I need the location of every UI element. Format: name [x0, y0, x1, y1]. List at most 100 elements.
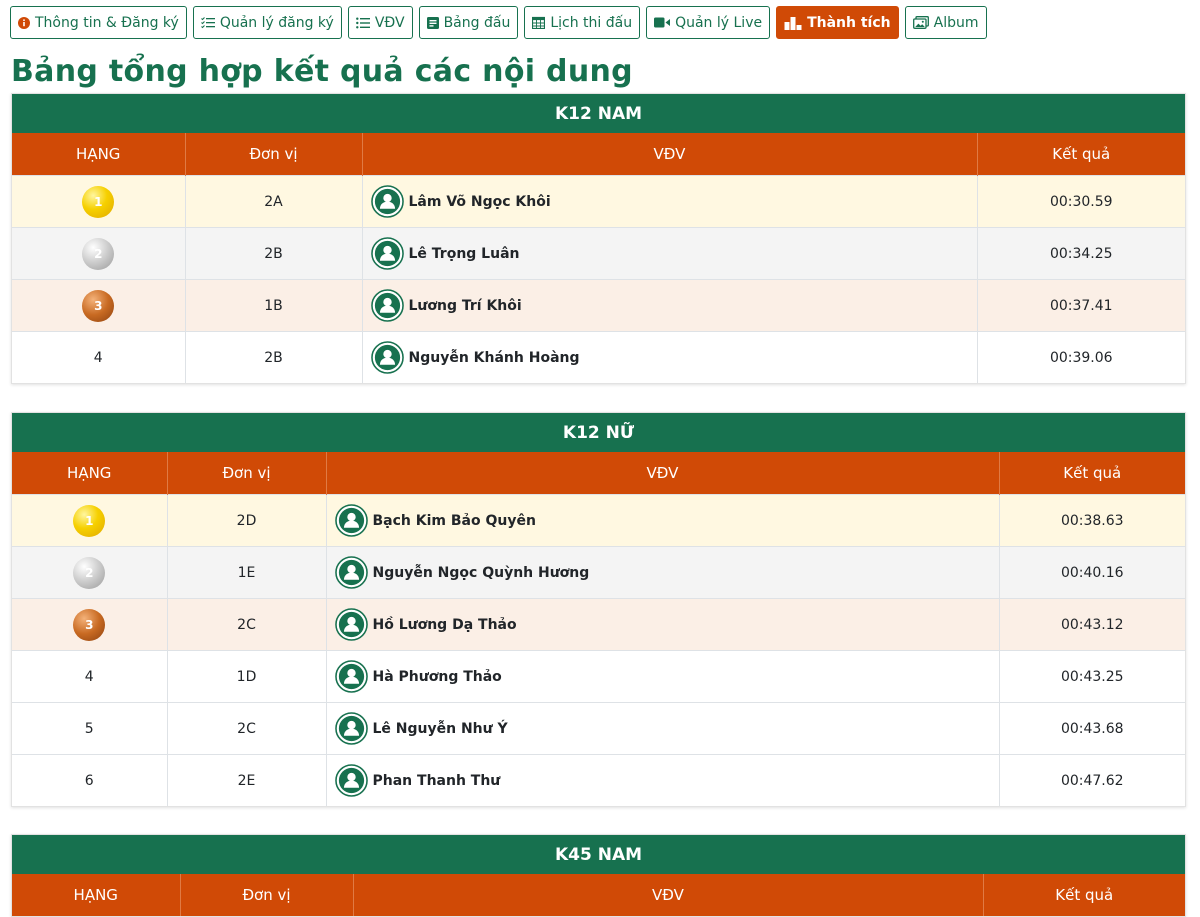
table-body: 1 2A Lâm Võ Ngọc Khôi 00:30.59 2 2B Lê Trọng L… [12, 175, 1185, 383]
rank-cell: 4 [12, 331, 186, 383]
nav-athletes-label: VĐV [374, 14, 405, 31]
top-nav: Thông tin & Đăng ký Quản lý đăng ký VĐV … [10, 6, 987, 41]
rank-cell: 3 [12, 279, 186, 332]
athlete-cell: Bạch Kim Bảo Quyên [326, 494, 1000, 547]
unit-cell: 1D [167, 650, 327, 703]
calendar-icon [532, 16, 546, 29]
nav-album-button[interactable]: Album [904, 6, 987, 39]
table-row: 4 1D Hà Phương Thảo 00:43.25 [12, 650, 1185, 703]
user-avatar-icon [334, 556, 368, 589]
section-title: K12 NỮ [12, 413, 1185, 452]
athlete-cell: Nguyễn Khánh Hoàng [362, 331, 978, 383]
user-avatar-icon [334, 660, 368, 693]
athlete-cell: Lâm Võ Ngọc Khôi [362, 175, 978, 228]
unit-cell: 1E [167, 546, 327, 599]
athlete-name: Hà Phương Thảo [372, 668, 502, 685]
checklist-icon [200, 16, 215, 28]
gold-medal-icon: 1 [82, 185, 115, 218]
column-header-rank: HẠNG [12, 874, 181, 916]
column-header-rank: HẠNG [12, 452, 168, 495]
athlete-cell: Lê Trọng Luân [362, 227, 978, 280]
section-title: K12 NAM [12, 94, 1185, 133]
athlete-info: Nguyễn Khánh Hoàng [370, 341, 977, 374]
column-header-unit: Đơn vị [185, 133, 363, 176]
unit-cell: 2B [185, 227, 363, 280]
images-icon [912, 16, 929, 29]
result-cell: 00:30.59 [977, 175, 1185, 228]
result-cell: 00:34.25 [977, 227, 1185, 280]
result-cell: 00:47.62 [999, 754, 1185, 806]
user-avatar-icon [370, 185, 404, 218]
video-camera-icon [654, 17, 671, 28]
nav-schedule-button[interactable]: Lịch thi đấu [524, 6, 641, 39]
rank-cell: 2 [12, 227, 186, 280]
result-table-k45-nam: K45 NAM HẠNG Đơn vị VĐV Kết quả [11, 834, 1186, 917]
user-avatar-icon [334, 504, 368, 537]
table-row: 1 2D Bạch Kim Bảo Quyên 00:38.63 [12, 494, 1185, 547]
rank-cell: 2 [12, 546, 168, 599]
result-cell: 00:43.25 [999, 650, 1185, 703]
nav-info-registration-button[interactable]: Thông tin & Đăng ký [10, 6, 187, 39]
rank-cell: 1 [12, 175, 186, 228]
user-avatar-icon [334, 712, 368, 745]
table-row: 4 2B Nguyễn Khánh Hoàng 00:39.06 [12, 331, 1185, 383]
athlete-info: Bạch Kim Bảo Quyên [334, 504, 999, 537]
nav-live-management-button[interactable]: Quản lý Live [646, 6, 771, 39]
result-cell: 00:43.12 [999, 598, 1185, 651]
column-header-result: Kết quả [999, 452, 1185, 495]
athlete-info: Phan Thanh Thư [334, 764, 999, 797]
athlete-info: Lương Trí Khôi [370, 289, 977, 322]
column-header-result: Kết quả [977, 133, 1185, 176]
section-title: K45 NAM [12, 835, 1185, 874]
unit-cell: 2C [167, 702, 327, 755]
athlete-cell: Phan Thanh Thư [326, 754, 1000, 806]
athlete-name: Lê Nguyễn Như Ý [372, 720, 508, 737]
athlete-info: Lê Nguyễn Như Ý [334, 712, 999, 745]
results-table: HẠNG Đơn vị VĐV Kết quả 1 2A Lâm Võ Ngọc K… [12, 133, 1185, 383]
column-header-unit: Đơn vị [167, 452, 327, 495]
athlete-info: Hồ Lương Dạ Thảo [334, 608, 999, 641]
bronze-medal-icon: 3 [73, 608, 106, 641]
user-avatar-icon [370, 237, 404, 270]
rank-cell: 4 [12, 650, 168, 703]
athlete-info: Nguyễn Ngọc Quỳnh Hương [334, 556, 999, 589]
unit-cell: 1B [185, 279, 363, 332]
table-row: 2 2B Lê Trọng Luân 00:34.25 [12, 227, 1185, 280]
athlete-info: Lê Trọng Luân [370, 237, 977, 270]
rank-cell: 6 [12, 754, 168, 806]
user-avatar-icon [334, 764, 368, 797]
athlete-name: Lương Trí Khôi [408, 297, 522, 314]
table-row: 1 2A Lâm Võ Ngọc Khôi 00:30.59 [12, 175, 1185, 228]
unit-cell: 2A [185, 175, 363, 228]
result-cell: 00:38.63 [999, 494, 1185, 547]
nav-achievements-label: Thành tích [807, 14, 891, 31]
unit-cell: 2C [167, 598, 327, 651]
rank-cell: 1 [12, 494, 168, 547]
athlete-info: Lâm Võ Ngọc Khôi [370, 185, 977, 218]
silver-medal-icon: 2 [82, 237, 115, 270]
athlete-cell: Lê Nguyễn Như Ý [326, 702, 1000, 755]
nav-live-management-label: Quản lý Live [675, 14, 763, 31]
column-header-rank: HẠNG [12, 133, 186, 176]
athlete-name: Nguyễn Ngọc Quỳnh Hương [372, 564, 590, 581]
athlete-name: Hồ Lương Dạ Thảo [372, 616, 517, 633]
nav-brackets-button[interactable]: Bảng đấu [418, 6, 519, 39]
nav-schedule-label: Lịch thi đấu [550, 14, 633, 31]
board-icon [426, 16, 439, 29]
table-row: 3 2C Hồ Lương Dạ Thảo 00:43.12 [12, 598, 1185, 651]
nav-achievements-button[interactable]: Thành tích [776, 6, 899, 39]
nav-registration-management-button[interactable]: Quản lý đăng ký [192, 6, 342, 39]
athlete-cell: Hồ Lương Dạ Thảo [326, 598, 1000, 651]
table-row: 3 1B Lương Trí Khôi 00:37.41 [12, 279, 1185, 332]
nav-album-label: Album [933, 14, 979, 31]
table-body: 1 2D Bạch Kim Bảo Quyên 00:38.63 2 1E Nguyễn N… [12, 494, 1185, 806]
bronze-medal-icon: 3 [82, 289, 115, 322]
user-avatar-icon [370, 341, 404, 374]
list-icon [355, 17, 370, 28]
results-table: HẠNG Đơn vị VĐV Kết quả [12, 874, 1185, 916]
athlete-name: Bạch Kim Bảo Quyên [372, 512, 536, 529]
silver-medal-icon: 2 [73, 556, 106, 589]
result-table-k12-nam: K12 NAM HẠNG Đơn vị VĐV Kết quả 1 2A Lâm V… [11, 93, 1186, 384]
nav-athletes-button[interactable]: VĐV [347, 6, 413, 39]
page-title: Bảng tổng hợp kết quả các nội dung [11, 54, 633, 89]
